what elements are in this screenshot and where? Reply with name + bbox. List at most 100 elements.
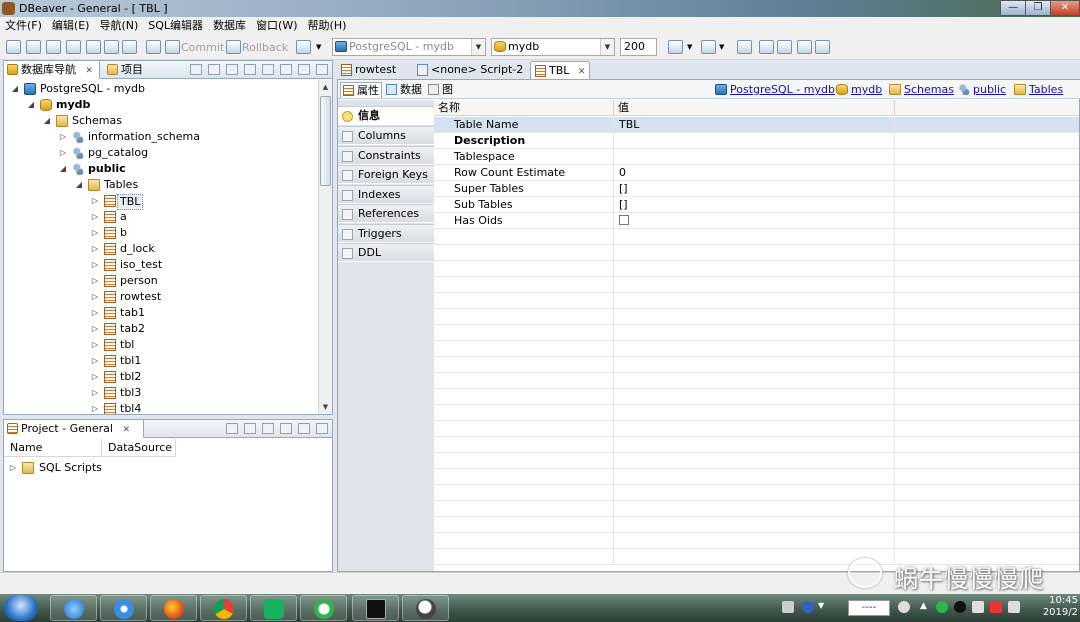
collapse-all-icon[interactable] — [244, 64, 256, 75]
property-value[interactable] — [614, 149, 895, 165]
network-icon[interactable] — [898, 601, 910, 613]
collapsed-arrow-icon[interactable]: ▷ — [90, 241, 100, 257]
dropdown-arrow-icon[interactable]: ▼ — [687, 40, 692, 55]
menu-database[interactable]: 数据库 — [208, 17, 251, 35]
editor-tab-script[interactable]: <none> Script-2 — [413, 61, 527, 79]
property-value[interactable]: [] — [614, 197, 895, 213]
tree-node-sql-scripts[interactable]: ▷ SQL Scripts — [4, 460, 324, 476]
collapsed-arrow-icon[interactable]: ▷ — [90, 337, 100, 353]
keyboard-icon[interactable] — [782, 601, 794, 613]
collapsed-arrow-icon[interactable]: ▷ — [90, 353, 100, 369]
tree-node-table[interactable]: ▷ rowtest — [4, 289, 314, 305]
format-icon[interactable] — [668, 40, 683, 54]
close-icon[interactable]: ✕ — [578, 67, 586, 77]
grid-header-value[interactable]: 值 — [614, 100, 895, 116]
menu-edit[interactable]: 编辑(E) — [47, 17, 95, 35]
tree-node-schema-pg-catalog[interactable]: ▷ pg_catalog — [4, 145, 314, 161]
collapsed-arrow-icon[interactable]: ▷ — [90, 401, 100, 414]
sidetab-constraints[interactable]: Constraints — [338, 146, 434, 165]
sql-editor-icon[interactable] — [86, 40, 101, 54]
editor-tab-tbl[interactable]: TBL ✕ — [530, 61, 590, 79]
close-icon[interactable]: ✕ — [122, 425, 130, 435]
dropdown-arrow-icon[interactable]: ▼ — [719, 40, 724, 55]
open-script-icon[interactable] — [122, 40, 137, 54]
tree-node-table[interactable]: ▷ tbl1 — [4, 353, 314, 369]
collapsed-arrow-icon[interactable]: ▷ — [90, 273, 100, 289]
tree-node-schema-information[interactable]: ▷ information_schema — [4, 129, 314, 145]
help-icon[interactable] — [802, 601, 814, 613]
sidetab-ddl[interactable]: DDL — [338, 243, 434, 262]
gear-icon[interactable] — [226, 423, 238, 434]
invalidate-icon[interactable] — [66, 40, 81, 54]
wechat-tray-icon[interactable] — [936, 601, 948, 613]
tree-node-database[interactable]: ◢ mydb — [4, 97, 314, 113]
scrollbar-thumb[interactable] — [320, 96, 331, 186]
commit-button[interactable]: Commit — [181, 40, 224, 55]
grid-row[interactable]: Description — [434, 133, 1079, 149]
expanded-arrow-icon[interactable]: ◢ — [74, 177, 84, 193]
refresh-icon[interactable] — [208, 64, 220, 75]
tab-projects[interactable]: 项目 — [104, 61, 154, 79]
tab-project-general[interactable]: Project - General ✕ — [4, 420, 144, 438]
qq-icon[interactable] — [954, 601, 966, 613]
connection-selector[interactable]: PostgreSQL - mydb ▼ — [332, 38, 486, 56]
grid-row[interactable]: Sub Tables [] — [434, 197, 1079, 213]
subtab-diagram[interactable]: 图 — [426, 82, 456, 98]
collapsed-arrow-icon[interactable]: ▷ — [90, 289, 100, 305]
app-tray-icon[interactable] — [972, 601, 984, 613]
link-editor-icon[interactable] — [262, 64, 274, 75]
collapsed-arrow-icon[interactable]: ▷ — [90, 193, 100, 209]
expand-icon[interactable] — [262, 423, 274, 434]
tree-node-schemas[interactable]: ◢ Schemas — [4, 113, 314, 129]
sidetab-columns[interactable]: Columns — [338, 126, 434, 145]
menu-file[interactable]: 文件(F) — [0, 17, 47, 35]
collapsed-arrow-icon[interactable]: ▷ — [90, 385, 100, 401]
property-value[interactable]: 0 — [614, 165, 895, 181]
collapsed-arrow-icon[interactable]: ▷ — [58, 129, 68, 145]
flag-icon[interactable] — [990, 601, 1002, 613]
chevron-down-icon[interactable]: ▼ — [818, 601, 830, 613]
taskbar-wps[interactable] — [250, 595, 297, 621]
tree-node-table[interactable]: ▷ tbl2 — [4, 369, 314, 385]
collapsed-arrow-icon[interactable]: ▷ — [90, 321, 100, 337]
tree-node-tables[interactable]: ◢ Tables — [4, 177, 314, 193]
system-clock[interactable]: 10:45 2019/2 — [1043, 595, 1078, 619]
filter-icon[interactable] — [226, 64, 238, 75]
view-menu-icon[interactable] — [280, 64, 292, 75]
result-limit-input[interactable]: 200 — [620, 38, 657, 56]
tree-node-table[interactable]: ▷ d_lock — [4, 241, 314, 257]
taskbar-app-blue[interactable] — [100, 595, 147, 621]
back-icon[interactable] — [797, 40, 812, 54]
scroll-down-icon[interactable]: ▼ — [319, 400, 332, 414]
collapsed-arrow-icon[interactable]: ▷ — [90, 209, 100, 225]
collapsed-arrow-icon[interactable]: ▷ — [90, 225, 100, 241]
grid-header-name[interactable]: 名称 — [434, 100, 614, 116]
disconnect-icon[interactable] — [26, 40, 41, 54]
windows-start-button[interactable] — [4, 595, 38, 621]
tree-node-table[interactable]: ▷ tbl3 — [4, 385, 314, 401]
grid-row[interactable]: Tablespace — [434, 149, 1079, 165]
database-selector[interactable]: mydb ▼ — [491, 38, 615, 56]
revert-icon[interactable] — [777, 40, 792, 54]
new-connection-icon[interactable] — [190, 64, 202, 75]
tree-node-table[interactable]: ▷ TBL — [4, 193, 314, 210]
menu-sql-editor[interactable]: SQL编辑器 — [143, 17, 208, 35]
taskbar-chrome[interactable] — [200, 595, 247, 621]
taskbar-cmd[interactable] — [352, 595, 399, 621]
minimize-button[interactable]: — — [1000, 0, 1026, 16]
grid-row[interactable]: Has Oids — [434, 213, 1079, 229]
close-icon[interactable]: ✕ — [86, 66, 94, 76]
show-hidden-icons[interactable]: ▲ — [920, 601, 932, 613]
close-button[interactable]: ✕ — [1050, 0, 1080, 16]
link-editor-icon[interactable] — [280, 423, 292, 434]
property-value[interactable]: [] — [614, 181, 895, 197]
tree-node-table[interactable]: ▷ person — [4, 273, 314, 289]
transform-icon[interactable] — [701, 40, 716, 54]
collapsed-arrow-icon[interactable]: ▷ — [58, 145, 68, 161]
navigator-scrollbar[interactable]: ▲ ▼ — [318, 80, 332, 414]
subtab-properties[interactable]: 属性 — [340, 82, 382, 98]
sidetab-references[interactable]: References — [338, 204, 434, 223]
menu-window[interactable]: 窗口(W) — [251, 17, 302, 35]
tree-node-table[interactable]: ▷ a — [4, 209, 314, 225]
grid-row[interactable]: Row Count Estimate 0 — [434, 165, 1079, 181]
